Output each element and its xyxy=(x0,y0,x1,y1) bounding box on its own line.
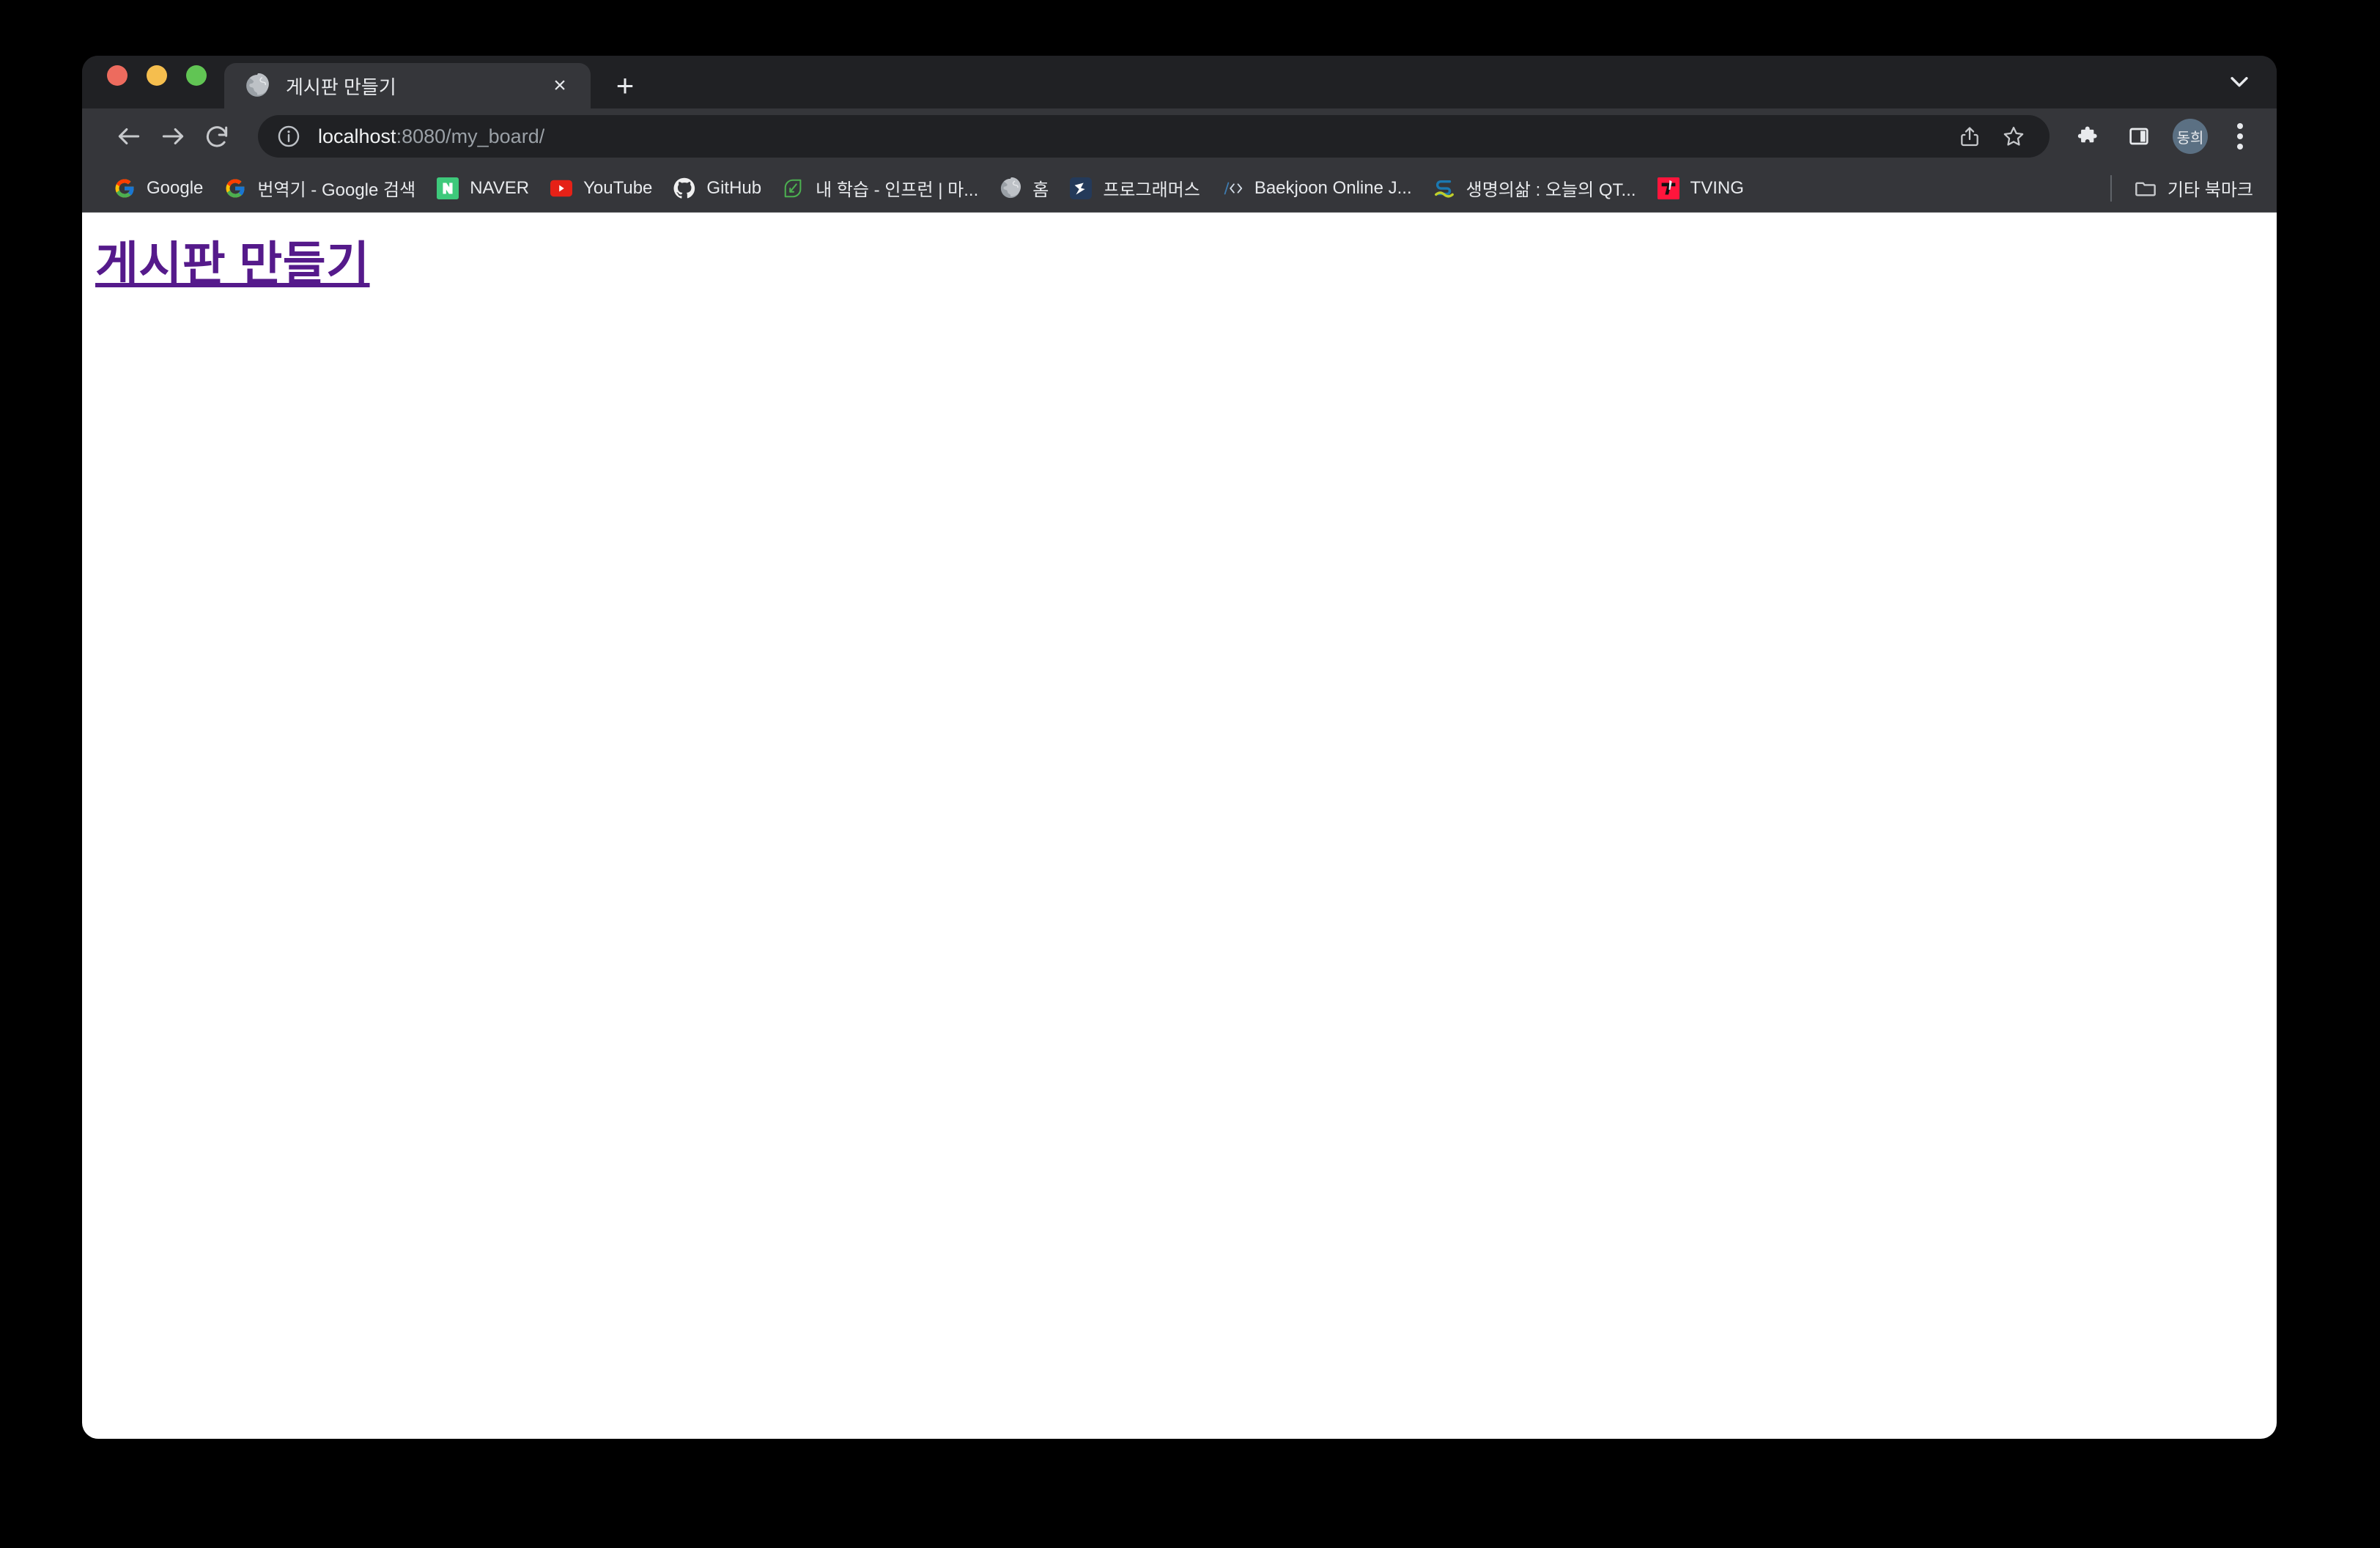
bookmark-inflearn[interactable]: 내 학습 - 인프런 | 마... xyxy=(772,170,988,207)
window-minimize-button[interactable] xyxy=(147,65,167,86)
puzzle-icon xyxy=(2077,126,2097,143)
three-dots-vertical-icon[interactable] xyxy=(2220,116,2261,157)
bookmark-label: 내 학습 - 인프런 | 마... xyxy=(816,180,979,200)
bookmark-label: 번역기 - Google 검색 xyxy=(257,180,416,200)
board-heading-link[interactable]: 게시판 만들기 xyxy=(95,235,370,293)
other-bookmarks-area: 기타 북마크 xyxy=(2110,170,2263,207)
google-icon xyxy=(223,177,247,200)
bookmarks-divider xyxy=(2110,174,2112,202)
browser-window: 게시판 만들기 × + localhost:8080/my_board/ 동희 … xyxy=(82,56,2277,1439)
back-button[interactable] xyxy=(107,114,151,158)
programmers-icon xyxy=(1069,177,1093,200)
bookmark-baekjoon[interactable]: Baekjoon Online J... xyxy=(1211,170,1422,207)
url-host: localhost xyxy=(318,125,396,147)
inflearn-icon xyxy=(782,177,805,200)
google-icon xyxy=(113,177,136,200)
naver-icon xyxy=(436,177,459,200)
url-text: localhost:8080/my_board/ xyxy=(318,125,544,148)
share-icon[interactable] xyxy=(1950,117,1989,156)
forward-button[interactable] xyxy=(151,114,195,158)
youtube-icon xyxy=(550,177,573,200)
bookmark-label: Google xyxy=(147,177,204,198)
chevron-down-icon xyxy=(2231,77,2248,87)
new-tab-button[interactable]: + xyxy=(602,63,648,108)
url-path: :8080/my_board/ xyxy=(396,125,545,147)
bookmark-label: YouTube xyxy=(583,177,653,198)
bookmark-tving[interactable]: TVING xyxy=(1647,170,1754,207)
duranno-icon xyxy=(1433,177,1456,200)
bookmark-programmers[interactable]: 프로그래머스 xyxy=(1059,170,1210,207)
bookmark-label: NAVER xyxy=(470,177,530,198)
window-controls xyxy=(82,56,207,108)
tab-list: 게시판 만들기 × + xyxy=(224,56,648,108)
tab-strip: 게시판 만들기 × + xyxy=(82,56,2277,108)
bookmark-label: GitHub xyxy=(706,177,762,198)
arrow-left-icon xyxy=(118,128,140,145)
bookmark-naver[interactable]: NAVER xyxy=(426,170,539,207)
bookmark-google-translate[interactable]: 번역기 - Google 검색 xyxy=(213,170,426,207)
star-icon[interactable] xyxy=(1994,117,2033,156)
avatar[interactable]: 동희 xyxy=(2173,119,2208,154)
bookmark-google[interactable]: Google xyxy=(103,170,213,207)
bookmark-label: 홈 xyxy=(1032,180,1049,200)
tab-close-button[interactable]: × xyxy=(545,71,574,100)
bookmark-youtube[interactable]: YouTube xyxy=(539,170,662,207)
browser-toolbar: localhost:8080/my_board/ 동희 xyxy=(82,108,2277,164)
window-maximize-button[interactable] xyxy=(186,65,207,86)
side-panel-icon xyxy=(2129,128,2148,145)
bookmark-label: 생명의삶 : 오늘의 QT... xyxy=(1466,180,1636,200)
globe-icon xyxy=(999,177,1022,200)
folder-icon xyxy=(2134,177,2157,200)
arrow-right-icon xyxy=(162,128,184,145)
bookmark-home[interactable]: 홈 xyxy=(988,170,1059,207)
reload-icon xyxy=(206,126,228,147)
baekjoon-icon xyxy=(1221,177,1244,200)
page-content: 게시판 만들기 xyxy=(82,213,2277,1439)
bookmarks-bar: Google 번역기 - Google 검색 NAVER YouTube Git… xyxy=(82,164,2277,213)
other-bookmarks-label: 기타 북마크 xyxy=(2167,180,2253,200)
bookmark-label: 프로그래머스 xyxy=(1103,180,1200,200)
globe-icon xyxy=(245,73,270,98)
window-close-button[interactable] xyxy=(107,65,128,86)
tab-게시판-만들기[interactable]: 게시판 만들기 × xyxy=(224,63,591,108)
bookmark-label: TVING xyxy=(1690,177,1744,198)
bookmark-label: Baekjoon Online J... xyxy=(1254,177,1412,198)
omnibox-actions xyxy=(1950,117,2033,156)
bookmark-github[interactable]: GitHub xyxy=(662,170,772,207)
side-panel-button[interactable] xyxy=(2117,114,2161,158)
tving-icon xyxy=(1657,177,1680,200)
other-bookmarks-button[interactable]: 기타 북마크 xyxy=(2124,170,2263,207)
tab-search-button[interactable] xyxy=(2221,63,2258,100)
toolbar-right-actions: 동희 xyxy=(2066,114,2261,158)
github-icon xyxy=(673,177,696,200)
info-circle-icon[interactable] xyxy=(276,123,302,150)
address-bar[interactable]: localhost:8080/my_board/ xyxy=(258,115,2050,158)
bookmark-duranno-qt[interactable]: 생명의삶 : 오늘의 QT... xyxy=(1422,170,1647,207)
reload-button[interactable] xyxy=(195,114,239,158)
tab-title: 게시판 만들기 xyxy=(286,75,396,98)
extensions-button[interactable] xyxy=(2066,114,2110,158)
